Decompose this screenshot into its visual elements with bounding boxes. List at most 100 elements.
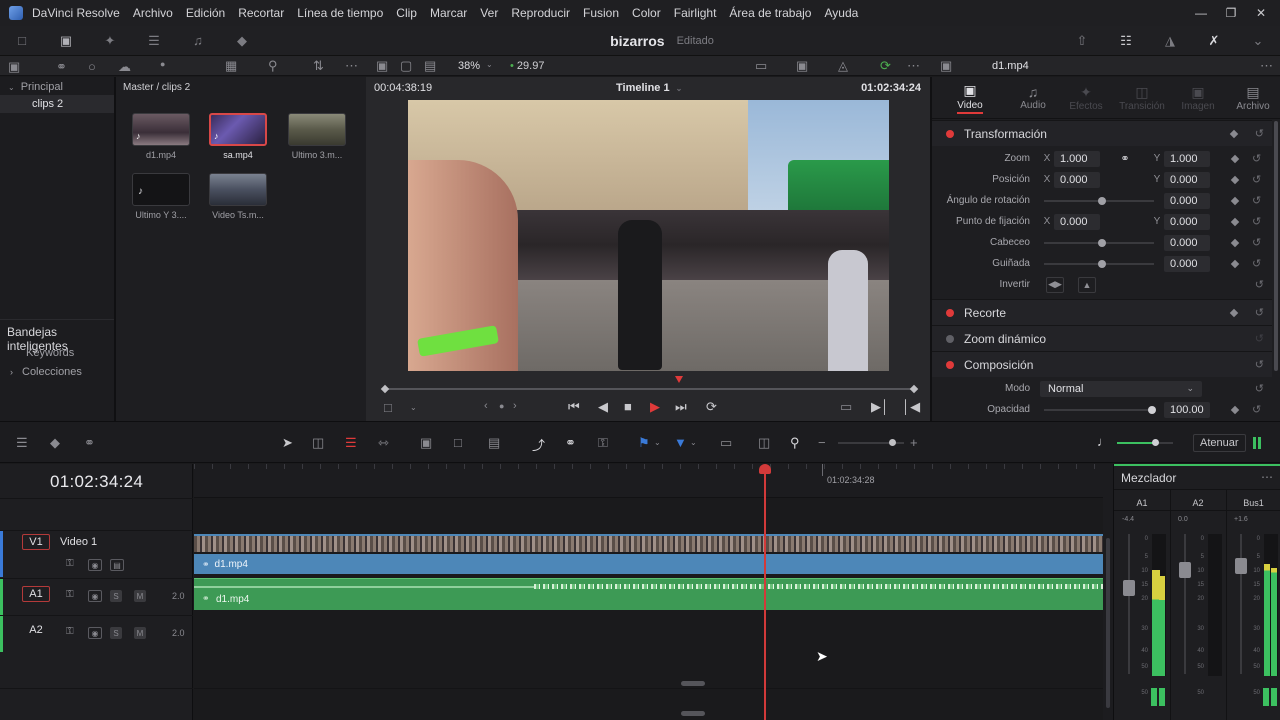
lock-icon[interactable]: ⚿ [66,558,74,569]
scrubber-out-handle[interactable] [909,384,919,394]
jog-dot-icon[interactable]: ● [499,401,504,411]
track-id-v1[interactable]: V1 [22,534,50,550]
viewer-crop-dropdown-icon[interactable]: ⌄ [410,403,417,412]
disable-track-icon[interactable]: ▤ [110,559,124,571]
position-y-field[interactable]: 0.000 [1164,171,1210,188]
dynamic-zoom-toggle[interactable] [946,334,954,343]
dynamic-zoom-section-header[interactable]: Zoom dinámico ↺ [932,325,1272,351]
media-pool-icon[interactable]: □ [0,26,44,56]
menu-ayuda[interactable]: Ayuda [824,6,858,20]
composite-mode-select[interactable]: Normal ⌄ [1040,380,1202,397]
reset-icon[interactable]: ↺ [1255,306,1264,319]
viewer-more-icon[interactable]: ⋯ [907,58,920,74]
reset-icon[interactable]: ↺ [1252,236,1261,249]
fader-handle-a2[interactable] [1179,562,1191,578]
flip-horizontal-icon[interactable]: ◀▶ [1046,276,1064,293]
go-to-end-icon[interactable]: ⏭ [675,399,687,415]
composite-section-header[interactable]: Composición ↺ [932,351,1272,377]
volume-slider-handle[interactable] [1152,439,1159,446]
mark-in-icon[interactable]: ▶│ [871,399,889,415]
snapping-view-icon[interactable]: ◆ [50,435,60,451]
mark-out-icon[interactable]: │◀ [902,399,920,415]
reset-icon[interactable]: ↺ [1252,403,1261,416]
link-icon[interactable]: ⚭ [56,59,67,75]
zoom-level[interactable]: 38% [458,60,480,72]
keyframe-icon[interactable] [1229,308,1239,317]
zoom-x-field[interactable]: 1.000 [1054,150,1100,167]
volume-slider-track[interactable] [1157,442,1173,444]
keyframe-icon[interactable] [1230,175,1240,184]
sound-library-icon[interactable]: ♫ [176,26,220,56]
voiceover-icon[interactable]: ⚭ [84,435,95,451]
pitch-field[interactable]: 0.000 [1164,234,1210,251]
reset-icon[interactable]: ↺ [1255,332,1264,345]
audio-track-scrollbar[interactable] [681,711,705,716]
panel-layout-icon[interactable]: ▣ [8,59,20,75]
smart-bin-colecciones[interactable]: › Colecciones [10,366,82,378]
reset-icon[interactable]: ↺ [1255,127,1264,140]
timeline-options-icon[interactable]: ☰ [16,435,28,451]
loop-icon[interactable]: ⟳ [706,399,717,415]
yaw-field[interactable]: 0.000 [1164,255,1210,272]
search-icon[interactable]: ⚲ [268,58,278,74]
transform-enable-toggle[interactable] [946,129,954,138]
timeline-dropdown-icon[interactable]: ⌄ [676,84,683,93]
dynamic-trim-icon[interactable]: ⇿ [378,435,389,451]
overwrite-clip-icon[interactable]: □ [454,435,462,450]
menu-color[interactable]: Color [632,6,661,20]
timeline-tracks-area[interactable]: 01:02:34:28 ⚭ d1.mp4 ⚭ d1.mp4 ➤ [194,464,1113,720]
reset-icon[interactable]: ↺ [1255,382,1264,395]
opacity-slider[interactable] [1044,405,1156,414]
keyframe-icon[interactable] [1229,129,1239,138]
aspect-icon[interactable]: ▭ [755,58,767,74]
anchor-y-field[interactable]: 0.000 [1164,213,1210,230]
minimize-icon[interactable]: — [1186,0,1216,26]
menu-reproducir[interactable]: Reproducir [511,6,570,20]
menu-clip[interactable]: Clip [396,6,417,20]
marker-dropdown-icon[interactable]: ⌄ [690,438,697,447]
clip-ultimo-y-3[interactable]: ♪ Ultimo Y 3.... [132,173,190,220]
close-icon[interactable]: ✕ [1246,0,1276,26]
opacity-field[interactable]: 100.00 [1164,401,1210,418]
tab-audio[interactable]: ♫ Audio [1008,84,1058,111]
solo-button[interactable]: S [110,627,122,639]
sync-icon[interactable]: ⟳ [880,58,891,74]
menu-archivo[interactable]: Archivo [133,6,173,20]
keyframe-icon[interactable] [1230,405,1240,414]
crop-enable-toggle[interactable] [946,308,954,317]
thumb-size-slider[interactable]: ● [160,59,165,69]
rotation-slider[interactable] [1044,196,1154,205]
grid-view-icon[interactable]: ▦ [225,58,237,74]
snapping-icon[interactable]: ⤴ [532,435,545,454]
keyframe-icon[interactable] [1230,154,1240,163]
keyframe-icon[interactable] [1230,217,1240,226]
clip-sa[interactable]: ♪ sa.mp4 [209,113,267,160]
viewer-crop-icon[interactable]: □ [384,400,392,415]
mixer-more-icon[interactable]: ⋯ [1261,470,1273,484]
selection-tool-icon[interactable]: ➤ [282,435,293,451]
menu-fusion[interactable]: Fusion [583,6,619,20]
volume-slider-fill[interactable] [1117,442,1157,444]
keyframe-icon[interactable] [1230,259,1240,268]
collapse-arrow-icon[interactable]: ⌄ [8,83,15,92]
anchor-x-field[interactable]: 0.000 [1054,213,1100,230]
replace-clip-icon[interactable]: ▤ [488,435,500,451]
zoom-custom-icon[interactable]: ⚲ [790,435,800,451]
more-options-icon[interactable]: ⋯ [345,58,358,74]
clip-video-ts[interactable]: Video Ts.m... [209,173,267,220]
link-zoom-icon[interactable]: ⚭ [1100,152,1150,165]
clip-d1[interactable]: ♪ d1.mp4 [132,113,190,160]
expand-arrow-icon[interactable]: › [10,367,13,377]
play-icon[interactable]: ▶ [650,399,660,415]
menu-fairlight[interactable]: Fairlight [674,6,717,20]
collapse-icon[interactable]: ⌄ [1236,26,1280,56]
linked-selection-icon[interactable]: ⚭ [565,435,576,451]
fader-track-bus1[interactable] [1240,534,1242,674]
mute-track-button[interactable]: M [134,590,146,602]
video-track-scrollbar[interactable] [681,681,705,686]
go-to-start-icon[interactable]: ⏮ [568,399,580,415]
zoom-in-icon[interactable]: + [910,435,918,450]
scrubber-in-handle[interactable] [380,384,390,394]
match-frame-icon[interactable]: ▭ [840,399,852,415]
app-name-menu[interactable]: DaVinci Resolve [32,6,120,20]
